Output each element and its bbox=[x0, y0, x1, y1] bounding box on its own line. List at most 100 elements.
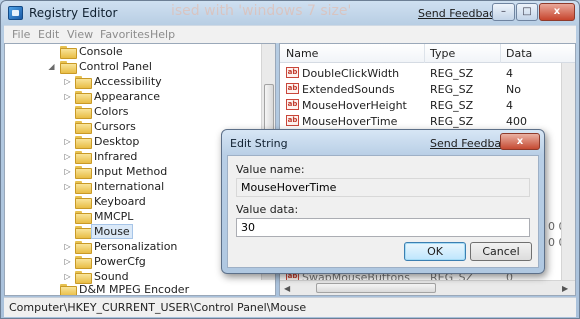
string-value-icon: ab bbox=[286, 99, 299, 110]
folder-icon bbox=[75, 211, 92, 224]
value-type: REG_SZ bbox=[430, 99, 474, 112]
folder-icon bbox=[75, 91, 92, 104]
folder-icon bbox=[75, 106, 92, 119]
menu-view[interactable]: View bbox=[67, 28, 93, 41]
dialog-body: Value name: Value data: OK Cancel bbox=[227, 155, 539, 268]
string-value-icon: ab bbox=[286, 67, 299, 78]
folder-icon bbox=[75, 151, 92, 164]
list-header: Name Type Data bbox=[280, 44, 575, 63]
folder-open-icon bbox=[60, 61, 77, 74]
close-button[interactable]: x bbox=[539, 3, 575, 21]
column-name-header[interactable]: Name bbox=[286, 47, 318, 60]
folder-icon bbox=[75, 76, 92, 89]
cancel-button[interactable]: Cancel bbox=[470, 242, 532, 261]
edit-string-dialog: Edit String Send Feedback x Value name: … bbox=[221, 129, 545, 274]
expand-icon[interactable]: ▷ bbox=[63, 167, 72, 176]
menu-help[interactable]: Help bbox=[150, 28, 175, 41]
tree-item-label: Accessibility bbox=[94, 75, 162, 88]
tree-item-label: Infrared bbox=[94, 150, 138, 163]
value-row-mousehovertime[interactable]: ab MouseHoverTime REG_SZ 400 bbox=[280, 113, 575, 129]
folder-icon bbox=[75, 196, 92, 209]
value-type: REG_SZ bbox=[430, 67, 474, 80]
tree-item-label: International bbox=[94, 180, 165, 193]
list-vertical-scrollbar[interactable] bbox=[561, 63, 575, 281]
minimize-button[interactable]: – bbox=[492, 3, 515, 21]
folder-icon bbox=[75, 121, 92, 134]
column-divider[interactable] bbox=[500, 44, 501, 63]
column-data-header[interactable]: Data bbox=[506, 47, 532, 60]
value-name: MouseHoverHeight bbox=[302, 99, 407, 112]
expand-icon[interactable]: ▷ bbox=[63, 152, 72, 161]
tree-item-appearance[interactable]: ▷ Appearance bbox=[5, 89, 265, 104]
value-name-label: Value name: bbox=[236, 163, 305, 176]
tree-item-label: Keyboard bbox=[94, 195, 146, 208]
collapse-icon[interactable]: ◢ bbox=[47, 62, 56, 71]
value-row-extendedsounds[interactable]: ab ExtendedSounds REG_SZ No bbox=[280, 81, 575, 97]
value-data-label: Value data: bbox=[236, 203, 299, 216]
folder-icon bbox=[60, 46, 77, 59]
registry-editor-icon bbox=[8, 6, 23, 20]
value-data: 4 bbox=[506, 99, 513, 112]
tree-item-label: PowerCfg bbox=[94, 255, 146, 268]
tree-item-label: Input Method bbox=[94, 165, 168, 178]
maximize-button[interactable]: □ bbox=[516, 3, 538, 21]
string-value-icon: ab bbox=[286, 115, 299, 126]
watermark-text: ised with 'windows 7 size' bbox=[171, 3, 352, 19]
folder-icon bbox=[75, 256, 92, 269]
tree-item-label: Personalization bbox=[94, 240, 178, 253]
value-data: 400 bbox=[506, 115, 527, 128]
tree-item-label: Cursors bbox=[94, 120, 136, 133]
scroll-right-icon[interactable]: ▶ bbox=[562, 284, 568, 293]
column-divider[interactable] bbox=[424, 44, 425, 63]
scroll-left-icon[interactable]: ◀ bbox=[284, 284, 290, 293]
ok-button[interactable]: OK bbox=[404, 242, 466, 261]
tree-item-label: Colors bbox=[94, 105, 129, 118]
value-name-field bbox=[236, 178, 530, 197]
menu-file[interactable]: File bbox=[12, 28, 30, 41]
expand-icon[interactable]: ▷ bbox=[63, 242, 72, 251]
status-path: Computer\HKEY_CURRENT_USER\Control Panel… bbox=[9, 301, 307, 314]
tree-item-control-panel[interactable]: ◢ Control Panel bbox=[5, 59, 265, 74]
tree-item-label: D&M MPEG Encoder bbox=[79, 283, 190, 296]
send-feedback-link[interactable]: Send Feedback bbox=[418, 7, 502, 20]
tree-item-accessibility[interactable]: ▷ Accessibility bbox=[5, 74, 265, 89]
column-type-header[interactable]: Type bbox=[430, 47, 455, 60]
tree-item-label: Console bbox=[79, 45, 123, 58]
value-data-field[interactable] bbox=[236, 218, 530, 237]
dialog-title: Edit String bbox=[230, 137, 288, 150]
expand-icon[interactable]: ▷ bbox=[63, 77, 72, 86]
folder-icon bbox=[75, 226, 92, 239]
tree-item-label: Control Panel bbox=[79, 60, 152, 73]
value-name: ExtendedSounds bbox=[302, 83, 395, 96]
folder-icon bbox=[75, 241, 92, 254]
window-title: Registry Editor bbox=[29, 6, 118, 20]
tree-item-dm-mpeg-encoder[interactable]: D&M MPEG Encoder bbox=[5, 282, 265, 296]
dialog-close-button[interactable]: x bbox=[500, 133, 540, 150]
tree-item-colors[interactable]: Colors bbox=[5, 104, 265, 119]
value-data: 4 bbox=[506, 67, 513, 80]
string-value-icon: ab bbox=[286, 83, 299, 94]
value-type: REG_SZ bbox=[430, 83, 474, 96]
folder-icon bbox=[75, 136, 92, 149]
expand-icon[interactable]: ▷ bbox=[63, 92, 72, 101]
expand-icon[interactable]: ▷ bbox=[63, 272, 72, 281]
tree-item-console[interactable]: Console bbox=[5, 44, 265, 59]
menu-edit[interactable]: Edit bbox=[38, 28, 59, 41]
value-type: REG_SZ bbox=[430, 115, 474, 128]
menu-bar: File Edit View Favorites Help bbox=[4, 25, 576, 43]
list-scroll-thumb[interactable] bbox=[316, 283, 436, 293]
menu-favorites[interactable]: Favorites bbox=[100, 28, 150, 41]
folder-icon bbox=[75, 166, 92, 179]
list-horizontal-scrollbar[interactable]: ◀ ▶ bbox=[280, 280, 575, 295]
tree-item-label: MMCPL bbox=[94, 210, 134, 223]
value-row-mousehoverheight[interactable]: ab MouseHoverHeight REG_SZ 4 bbox=[280, 97, 575, 113]
expand-icon[interactable]: ▷ bbox=[63, 257, 72, 266]
folder-icon bbox=[75, 271, 92, 284]
folder-icon bbox=[60, 284, 77, 295]
expand-icon[interactable]: ▷ bbox=[63, 182, 72, 191]
value-row-doubleclickwidth[interactable]: ab DoubleClickWidth REG_SZ 4 bbox=[280, 65, 575, 81]
value-name: MouseHoverTime bbox=[302, 115, 398, 128]
tree-item-label: Mouse bbox=[91, 224, 133, 239]
expand-icon[interactable]: ▷ bbox=[63, 137, 72, 146]
tree-item-label: Appearance bbox=[94, 90, 161, 103]
